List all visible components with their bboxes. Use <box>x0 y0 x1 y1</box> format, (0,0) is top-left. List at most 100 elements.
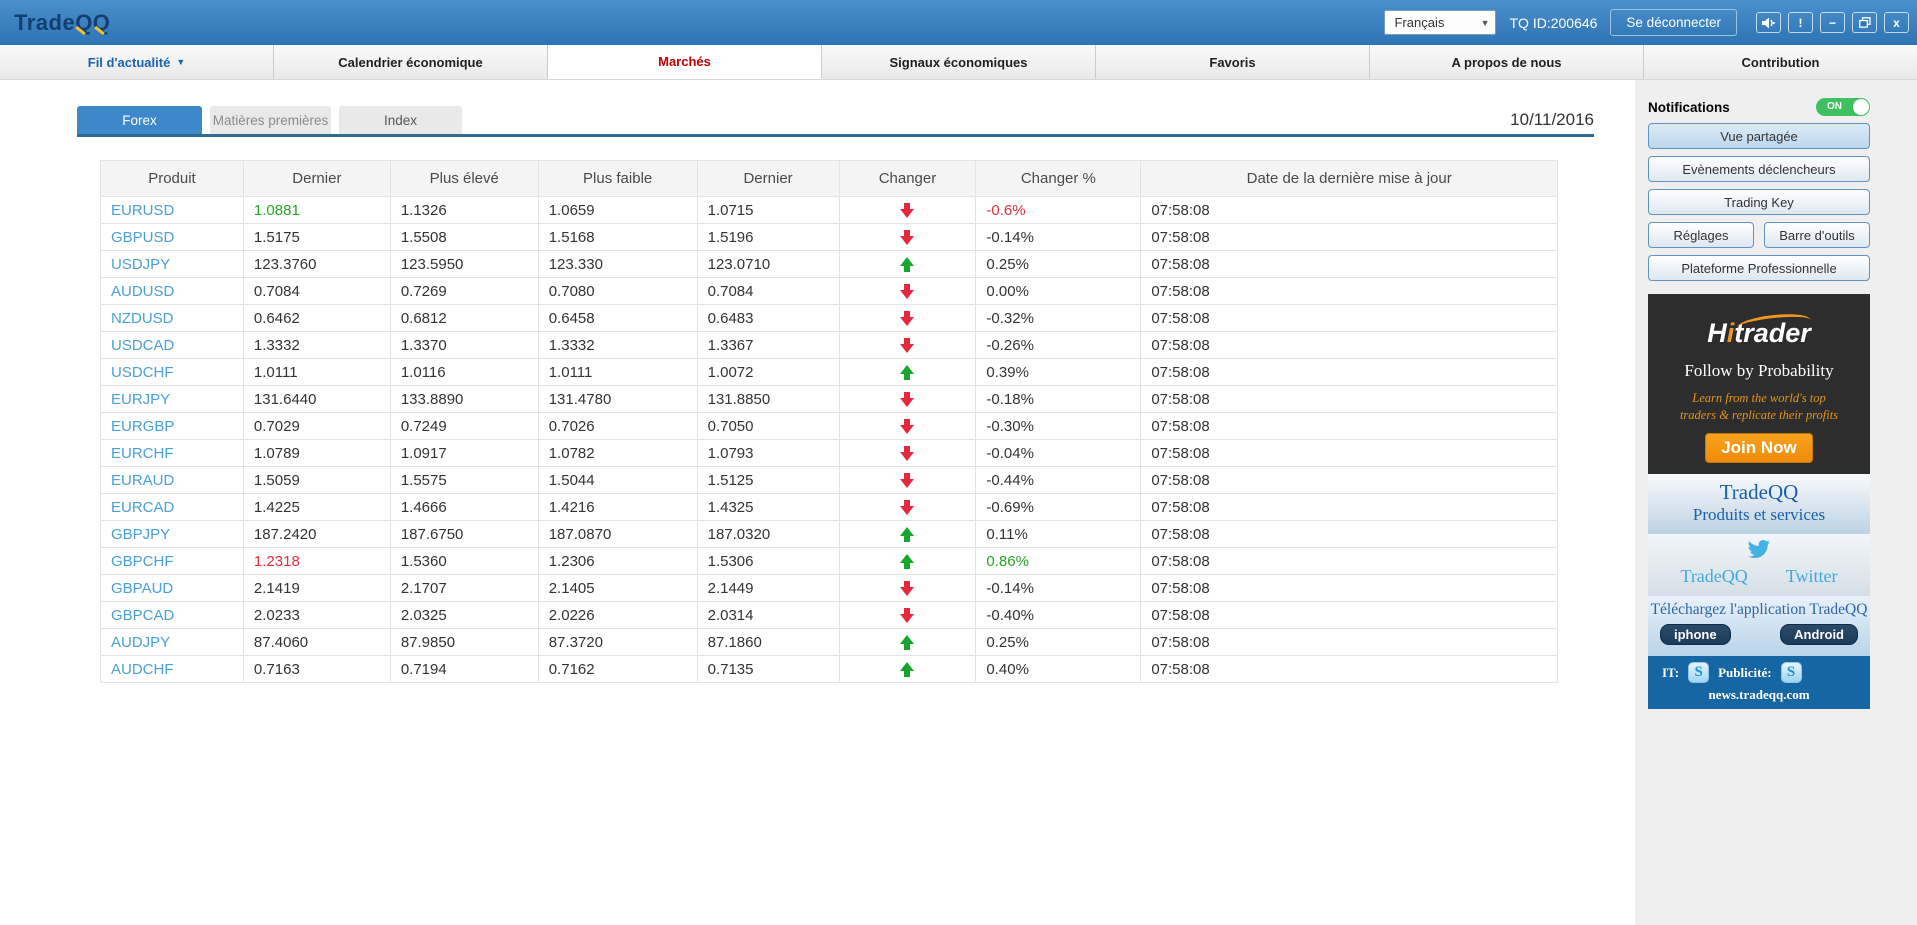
high-price-cell: 1.5360 <box>391 548 539 575</box>
product-symbol[interactable]: EURUSD <box>111 202 174 219</box>
products-services-panel[interactable]: TradeQQ Produits et services <box>1648 474 1870 534</box>
current-date: 10/11/2016 <box>1510 110 1594 134</box>
logout-button[interactable]: Se déconnecter <box>1610 9 1737 36</box>
restore-icon[interactable] <box>1852 12 1877 33</box>
high-price-cell: 1.5508 <box>391 224 539 251</box>
product-symbol[interactable]: EURAUD <box>111 472 174 489</box>
product-cell[interactable]: USDCHF <box>101 359 244 386</box>
product-symbol[interactable]: EURJPY <box>111 391 170 408</box>
tab-marches[interactable]: Marchés <box>548 45 822 79</box>
product-symbol[interactable]: EURCHF <box>111 445 174 462</box>
product-cell[interactable]: USDCAD <box>101 332 244 359</box>
change-direction-cell <box>840 305 977 332</box>
subtab-matieres-premieres[interactable]: Matières premières <box>210 106 331 134</box>
tab-signaux-economiques[interactable]: Signaux économiques <box>822 45 1096 79</box>
table-row[interactable]: EURJPY 131.6440 133.8890 131.4780 131.88… <box>101 386 1558 413</box>
join-now-button[interactable]: Join Now <box>1705 433 1813 463</box>
product-cell[interactable]: AUDCHF <box>101 656 244 683</box>
table-row[interactable]: EURGBP 0.7029 0.7249 0.7026 0.7050 -0.30… <box>101 413 1558 440</box>
tab-contribution[interactable]: Contribution <box>1644 45 1917 79</box>
notifications-toggle[interactable]: ON <box>1816 98 1870 116</box>
product-symbol[interactable]: AUDUSD <box>111 283 174 300</box>
table-row[interactable]: AUDCHF 0.7163 0.7194 0.7162 0.7135 0.40%… <box>101 656 1558 683</box>
table-row[interactable]: GBPCHF 1.2318 1.5360 1.2306 1.5306 0.86%… <box>101 548 1558 575</box>
table-row[interactable]: AUDUSD 0.7084 0.7269 0.7080 0.7084 0.00%… <box>101 278 1558 305</box>
hitrader-logo: Hitrader <box>1707 318 1811 349</box>
change-direction-cell <box>840 548 977 575</box>
product-symbol[interactable]: GBPCHF <box>111 553 174 570</box>
product-symbol[interactable]: EURGBP <box>111 418 174 435</box>
minimize-icon[interactable]: − <box>1820 12 1845 33</box>
table-row[interactable]: EURCHF 1.0789 1.0917 1.0782 1.0793 -0.04… <box>101 440 1558 467</box>
product-symbol[interactable]: AUDCHF <box>111 661 174 678</box>
high-price-cell: 0.6812 <box>391 305 539 332</box>
tab-fil-actualite[interactable]: Fil d'actualité ▼ <box>0 45 274 79</box>
table-row[interactable]: GBPJPY 187.2420 187.6750 187.0870 187.03… <box>101 521 1558 548</box>
table-row[interactable]: USDCHF 1.0111 1.0116 1.0111 1.0072 0.39%… <box>101 359 1558 386</box>
shared-view-button[interactable]: Vue partagée <box>1648 123 1870 149</box>
toolbar-button[interactable]: Barre d'outils <box>1764 222 1870 248</box>
product-symbol[interactable]: EURCAD <box>111 499 174 516</box>
twitter-panel[interactable]: TradeQQ Twitter <box>1648 534 1870 596</box>
table-row[interactable]: AUDJPY 87.4060 87.9850 87.3720 87.1860 0… <box>101 629 1558 656</box>
table-row[interactable]: EURUSD 1.0881 1.1326 1.0659 1.0715 -0.6%… <box>101 197 1558 224</box>
product-cell[interactable]: AUDJPY <box>101 629 244 656</box>
table-row[interactable]: NZDUSD 0.6462 0.6812 0.6458 0.6483 -0.32… <box>101 305 1558 332</box>
product-symbol[interactable]: GBPCAD <box>111 607 174 624</box>
table-row[interactable]: EURAUD 1.5059 1.5575 1.5044 1.5125 -0.44… <box>101 467 1558 494</box>
iphone-button[interactable]: iphone <box>1660 624 1731 645</box>
subtab-forex[interactable]: Forex <box>77 106 202 134</box>
change-direction-icon <box>900 419 914 434</box>
change-direction-icon <box>900 554 914 569</box>
product-symbol[interactable]: GBPJPY <box>111 526 170 543</box>
product-cell[interactable]: EURGBP <box>101 413 244 440</box>
hitrader-ad-banner[interactable]: Hitrader Follow by Probability Learn fro… <box>1648 294 1870 474</box>
product-cell[interactable]: USDJPY <box>101 251 244 278</box>
android-button[interactable]: Android <box>1780 624 1858 645</box>
product-symbol[interactable]: USDCHF <box>111 364 174 381</box>
product-symbol[interactable]: GBPUSD <box>111 229 174 246</box>
subtab-index[interactable]: Index <box>339 106 462 134</box>
product-symbol[interactable]: AUDJPY <box>111 634 170 651</box>
trigger-events-button[interactable]: Evènements déclencheurs <box>1648 156 1870 182</box>
product-cell[interactable]: GBPCHF <box>101 548 244 575</box>
language-select[interactable]: Français ▼ <box>1384 10 1496 35</box>
alert-icon[interactable]: ! <box>1788 12 1813 33</box>
chevron-down-icon: ▼ <box>176 57 185 67</box>
tab-a-propos[interactable]: A propos de nous <box>1370 45 1644 79</box>
table-row[interactable]: GBPUSD 1.5175 1.5508 1.5168 1.5196 -0.14… <box>101 224 1558 251</box>
tab-favoris[interactable]: Favoris <box>1096 45 1370 79</box>
product-cell[interactable]: EURAUD <box>101 467 244 494</box>
table-row[interactable]: GBPAUD 2.1419 2.1707 2.1405 2.1449 -0.14… <box>101 575 1558 602</box>
site-link[interactable]: news.tradeqq.com <box>1648 687 1870 703</box>
table-row[interactable]: EURCAD 1.4225 1.4666 1.4216 1.4325 -0.69… <box>101 494 1558 521</box>
product-cell[interactable]: GBPCAD <box>101 602 244 629</box>
professional-platform-button[interactable]: Plateforme Professionnelle <box>1648 255 1870 281</box>
product-symbol[interactable]: GBPAUD <box>111 580 173 597</box>
updated-time-cell: 07:58:08 <box>1141 305 1558 332</box>
change-percent-cell: -0.40% <box>976 602 1141 629</box>
product-symbol[interactable]: USDCAD <box>111 337 174 354</box>
table-row[interactable]: USDCAD 1.3332 1.3370 1.3332 1.3367 -0.26… <box>101 332 1558 359</box>
product-cell[interactable]: NZDUSD <box>101 305 244 332</box>
trading-key-button[interactable]: Trading Key <box>1648 189 1870 215</box>
close-icon[interactable]: x <box>1884 12 1909 33</box>
product-cell[interactable]: EURCAD <box>101 494 244 521</box>
settings-button[interactable]: Réglages <box>1648 222 1754 248</box>
subnav-divider <box>77 134 1594 137</box>
table-row[interactable]: GBPCAD 2.0233 2.0325 2.0226 2.0314 -0.40… <box>101 602 1558 629</box>
product-symbol[interactable]: NZDUSD <box>111 310 174 327</box>
product-cell[interactable]: AUDUSD <box>101 278 244 305</box>
table-row[interactable]: USDJPY 123.3760 123.5950 123.330 123.071… <box>101 251 1558 278</box>
product-cell[interactable]: EURJPY <box>101 386 244 413</box>
product-cell[interactable]: EURUSD <box>101 197 244 224</box>
product-symbol[interactable]: USDJPY <box>111 256 170 273</box>
product-cell[interactable]: GBPUSD <box>101 224 244 251</box>
volume-icon[interactable] <box>1756 12 1781 33</box>
product-cell[interactable]: GBPJPY <box>101 521 244 548</box>
skype-icon[interactable]: S <box>1781 662 1802 683</box>
skype-icon[interactable]: S <box>1688 662 1709 683</box>
product-cell[interactable]: EURCHF <box>101 440 244 467</box>
tab-calendrier-economique[interactable]: Calendrier économique <box>274 45 548 79</box>
product-cell[interactable]: GBPAUD <box>101 575 244 602</box>
